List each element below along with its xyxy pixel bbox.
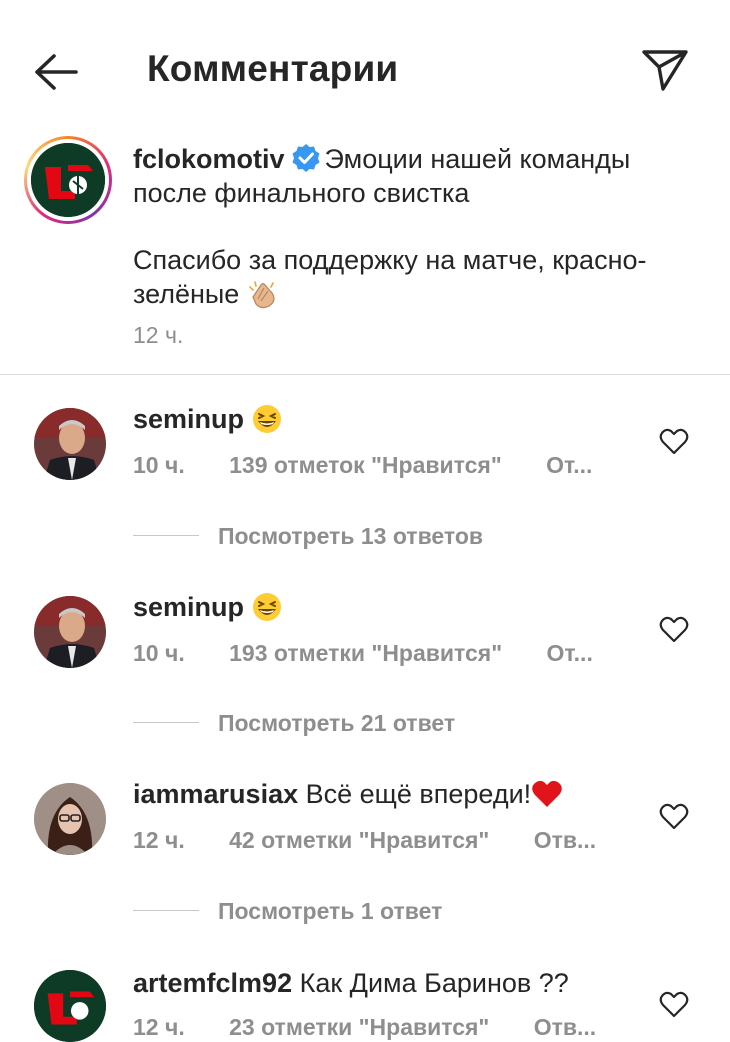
comment-avatar[interactable] — [34, 783, 106, 855]
comment-meta: 10 ч. 139 отметок "Нравится" От... — [133, 452, 592, 479]
comment-meta: 12 ч. 23 отметки "Нравится" Отв... — [133, 1014, 596, 1041]
lokomotiv-logo — [31, 143, 105, 217]
comment-username[interactable]: artemfclm92 — [133, 968, 292, 998]
back-button[interactable] — [32, 50, 80, 94]
laughing-emoji — [252, 405, 281, 433]
view-replies-button[interactable]: Посмотреть 13 ответов — [218, 523, 483, 550]
caption-line-2: Спасибо за поддержку на матче, красно-зе… — [133, 245, 647, 309]
comment-likes[interactable]: 139 отметок "Нравится" — [229, 452, 502, 478]
replies-line — [133, 535, 199, 536]
view-replies-button[interactable]: Посмотреть 21 ответ — [218, 710, 455, 737]
red-heart-emoji — [532, 780, 562, 807]
comment-username[interactable]: seminup — [133, 592, 244, 622]
comment-avatar[interactable] — [34, 970, 106, 1042]
view-replies-button[interactable]: Посмотреть 1 ответ — [218, 898, 442, 925]
comment-text: Всё ещё впереди! — [305, 779, 532, 809]
laughing-emoji — [252, 593, 281, 621]
comment-username[interactable]: iammarusiax — [133, 779, 298, 809]
replies-line — [133, 910, 199, 911]
lokomotiv-logo — [34, 970, 106, 1042]
person-photo — [34, 408, 106, 480]
person-photo — [34, 596, 106, 668]
divider — [0, 374, 730, 375]
comment-likes[interactable]: 42 отметки "Нравится" — [229, 827, 489, 853]
clapping-hands-emoji — [249, 281, 275, 309]
reply-button[interactable]: От... — [546, 452, 592, 478]
reply-button[interactable]: Отв... — [534, 1014, 596, 1040]
comment-meta: 12 ч. 42 отметки "Нравится" Отв... — [133, 827, 596, 854]
comment-body: iammarusiax Всё ещё впереди! — [133, 779, 563, 810]
comment-avatar[interactable] — [34, 408, 106, 480]
reply-button[interactable]: Отв... — [534, 827, 596, 853]
paper-plane-icon — [642, 50, 688, 91]
comment-time: 10 ч. — [133, 640, 185, 666]
comment-body: seminup — [133, 404, 282, 435]
comment-likes[interactable]: 193 отметки "Нравится" — [229, 640, 502, 666]
comment-text: Как Дима Баринов ?? — [299, 968, 569, 998]
heart-icon[interactable] — [659, 990, 689, 1018]
heart-icon[interactable] — [659, 615, 689, 643]
verified-badge-icon — [292, 144, 320, 172]
comment-meta: 10 ч. 193 отметки "Нравится" От... — [133, 640, 593, 667]
post-username[interactable]: fclokomotiv — [133, 144, 285, 174]
arrow-left-icon — [35, 54, 78, 90]
page-title: Комментарии — [147, 48, 399, 89]
reply-button[interactable]: От... — [547, 640, 593, 666]
post-caption: fclokomotiv Эмоции нашей команды после фи… — [133, 142, 653, 311]
heart-icon[interactable] — [659, 802, 689, 830]
comment-body: artemfclm92 Как Дима Баринов ?? — [133, 968, 569, 999]
heart-icon[interactable] — [659, 427, 689, 455]
comment-time: 10 ч. — [133, 452, 185, 478]
comment-avatar[interactable] — [34, 596, 106, 668]
replies-line — [133, 722, 199, 723]
post-time: 12 ч. — [133, 322, 184, 348]
comment-likes[interactable]: 23 отметки "Нравится" — [229, 1014, 489, 1040]
comment-time: 12 ч. — [133, 1014, 185, 1040]
comment-username[interactable]: seminup — [133, 404, 244, 434]
comment-time: 12 ч. — [133, 827, 185, 853]
share-button[interactable] — [640, 47, 690, 93]
comment-body: seminup — [133, 592, 282, 623]
post-avatar[interactable] — [24, 136, 112, 224]
person-photo — [34, 783, 106, 855]
